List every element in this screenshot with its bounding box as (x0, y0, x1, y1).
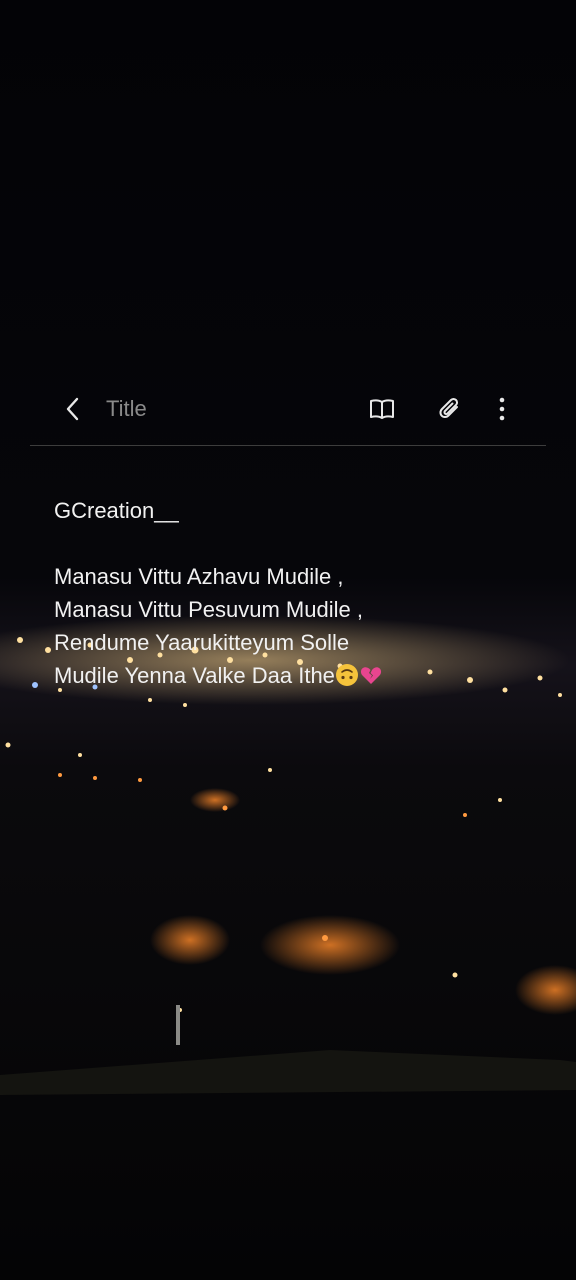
note-line-4: Mudile Yenna Valke Daa Ithe (54, 659, 524, 692)
note-line-4-text: Mudile Yenna Valke Daa Ithe (54, 663, 335, 688)
more-vertical-icon (499, 397, 505, 421)
note-line-3: Rendume Yaarukitteyum Solle (54, 630, 350, 655)
chevron-left-icon (66, 397, 79, 421)
back-button[interactable] (56, 392, 90, 426)
note-toolbar: Title (0, 380, 576, 438)
toolbar-divider (30, 445, 546, 446)
note-line-1: Manasu Vittu Azhavu Mudile , (54, 564, 344, 589)
note-body[interactable]: GCreation__ Manasu Vittu Azhavu Mudile ,… (54, 494, 524, 692)
broken-heart-icon (360, 667, 381, 684)
paperclip-icon (439, 397, 459, 419)
book-open-icon (370, 399, 394, 419)
upside-down-face-icon (335, 664, 358, 686)
attach-button[interactable] (433, 392, 467, 426)
reader-mode-button[interactable] (365, 392, 399, 426)
more-options-button[interactable] (485, 392, 519, 426)
note-author: GCreation__ (54, 498, 179, 523)
note-line-2: Manasu Vittu Pesuvum Mudile , (54, 597, 363, 622)
title-input[interactable]: Title (106, 394, 326, 424)
